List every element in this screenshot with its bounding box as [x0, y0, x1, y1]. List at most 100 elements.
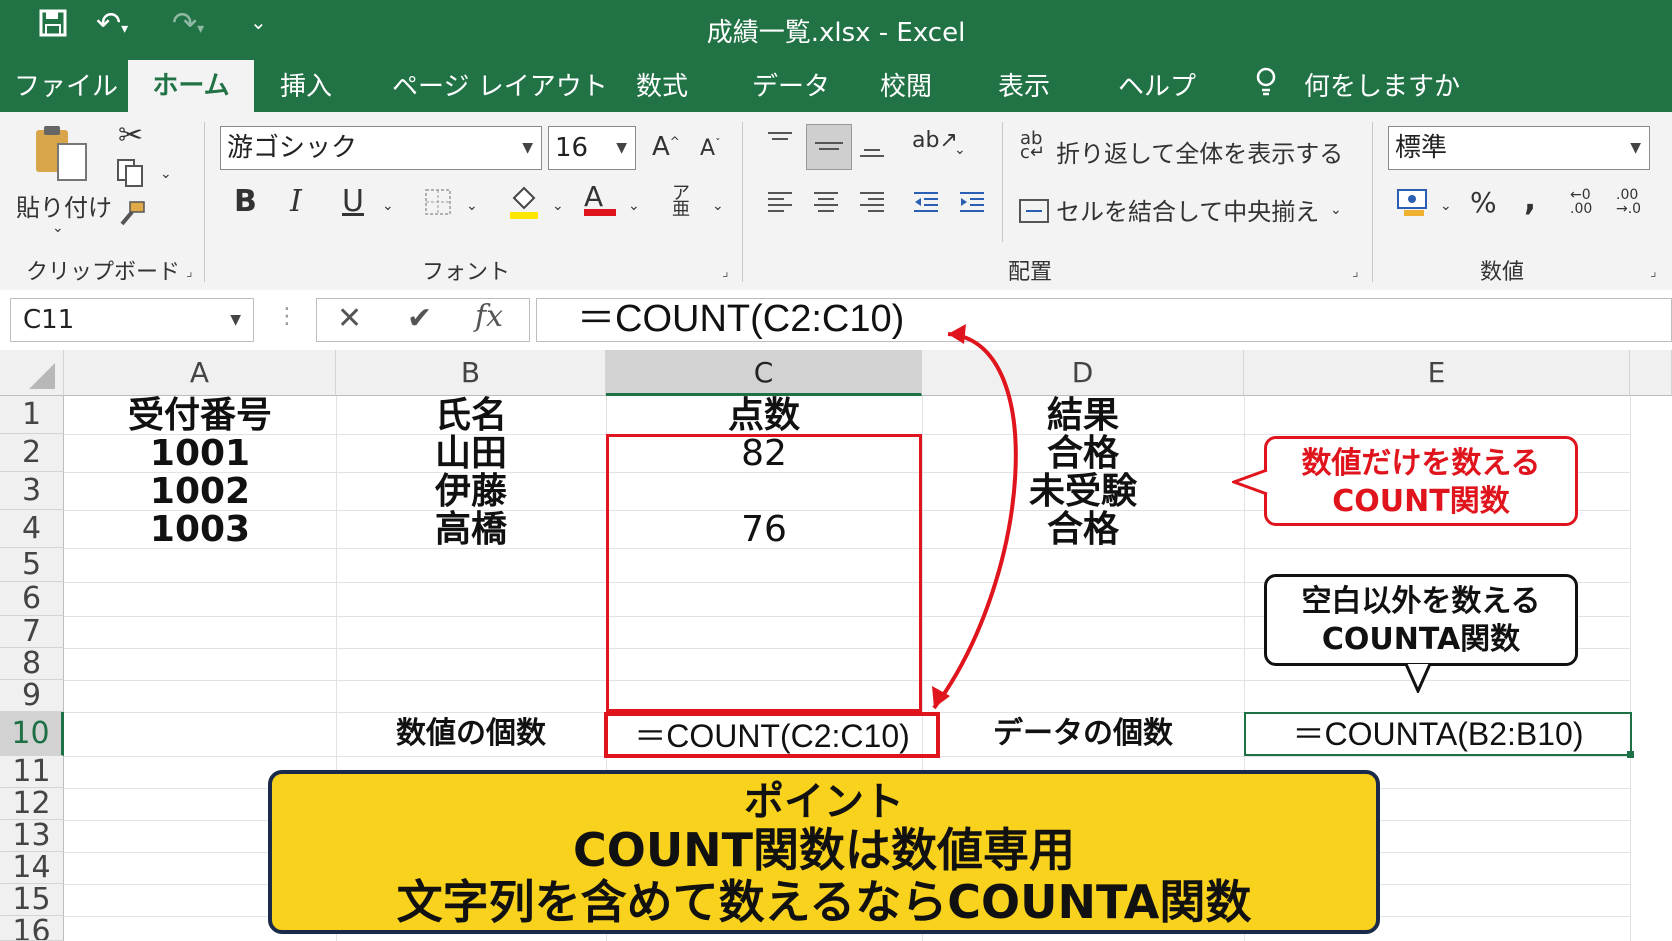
accounting-format-icon[interactable] [1396, 188, 1432, 224]
row-header-14[interactable]: 14 [0, 852, 64, 884]
fill-color-dropdown-icon[interactable]: ⌄ [552, 198, 564, 214]
font-color-button[interactable]: A [584, 180, 616, 216]
bold-button[interactable]: B [234, 184, 257, 219]
name-box[interactable]: C11 ▼ [10, 298, 254, 342]
number-launcher-icon[interactable]: ⌟ [1650, 264, 1657, 280]
formula-bar-splitter[interactable]: ⋮ [276, 304, 298, 329]
tab-home[interactable]: ホーム [128, 60, 254, 112]
row-header-1[interactable]: 1 [0, 396, 64, 434]
tab-insert[interactable]: 挿入 [280, 66, 332, 103]
row-header-9[interactable]: 9 [0, 680, 64, 712]
point-note-line3: 文字列を含めて数えるならCOUNTA関数 [396, 875, 1252, 929]
phonetic-guide-icon[interactable]: ア亜 [672, 185, 690, 219]
font-launcher-icon[interactable]: ⌟ [722, 264, 729, 280]
increase-indent-icon[interactable] [958, 190, 986, 220]
column-header-a[interactable]: A [64, 350, 336, 396]
cell-c1[interactable]: 点数 [606, 396, 922, 436]
percent-style-button[interactable]: % [1470, 186, 1497, 219]
align-bottom-icon[interactable] [858, 136, 886, 166]
paste-button[interactable]: 貼り付け [16, 188, 112, 223]
clipboard-launcher-icon[interactable]: ⌟ [186, 264, 193, 280]
number-format-select[interactable]: 標準 ▼ [1388, 126, 1650, 170]
row-header-6[interactable]: 6 [0, 582, 64, 616]
align-top-icon[interactable] [766, 130, 794, 160]
column-header-f[interactable] [1630, 350, 1672, 396]
cell-b3[interactable]: 伊藤 [336, 472, 606, 512]
row-header-8[interactable]: 8 [0, 648, 64, 680]
cell-b10[interactable]: 数値の個数 [336, 712, 606, 756]
copy-icon[interactable] [116, 158, 144, 194]
column-header-c[interactable]: C [606, 350, 922, 396]
accounting-dropdown-icon[interactable]: ⌄ [1440, 198, 1452, 214]
paste-icon[interactable] [32, 122, 92, 192]
tab-page-layout[interactable]: ページ レイアウト [392, 66, 608, 103]
decrease-font-size-icon[interactable]: Aˇ [700, 136, 721, 161]
font-size-select[interactable]: 16 ▼ [548, 126, 636, 170]
align-right-icon[interactable] [858, 190, 886, 220]
borders-dropdown-icon[interactable]: ⌄ [466, 198, 478, 214]
cell-a4[interactable]: 1003 [64, 510, 336, 550]
cell-b1[interactable]: 氏名 [336, 396, 606, 436]
align-middle-icon[interactable] [806, 124, 852, 170]
enter-check-icon[interactable]: ✔ [407, 301, 432, 336]
merge-dropdown-icon[interactable]: ⌄ [1330, 202, 1342, 218]
italic-button[interactable]: I [290, 184, 302, 219]
column-header-b[interactable]: B [336, 350, 606, 396]
row-header-4[interactable]: 4 [0, 510, 64, 548]
row-header-3[interactable]: 3 [0, 472, 64, 510]
row-header-11[interactable]: 11 [0, 756, 64, 788]
select-all-corner[interactable] [0, 350, 64, 396]
insert-function-button[interactable]: fx [475, 299, 503, 334]
decrease-decimal-icon[interactable]: .00 →.0 [1616, 188, 1641, 216]
decrease-indent-icon[interactable] [912, 190, 940, 220]
font-color-dropdown-icon[interactable]: ⌄ [628, 198, 640, 214]
tab-data[interactable]: データ [752, 66, 830, 103]
fill-handle[interactable] [1627, 751, 1634, 758]
cell-c10[interactable]: ＝COUNT(C2:C10) [604, 712, 940, 758]
tell-me-search[interactable]: 何をしますか [1304, 66, 1460, 103]
cell-b4[interactable]: 高橋 [336, 510, 606, 550]
paste-dropdown-icon[interactable]: ⌄ [52, 220, 64, 236]
tab-review[interactable]: 校閲 [880, 66, 932, 103]
underline-button[interactable]: U [342, 184, 364, 219]
align-left-icon[interactable] [766, 190, 794, 220]
row-header-2[interactable]: 2 [0, 434, 64, 472]
cell-e10[interactable]: ＝COUNTA(B2:B10) [1244, 712, 1632, 756]
borders-icon[interactable] [424, 188, 452, 222]
row-header-16[interactable]: 16 [0, 916, 64, 941]
tab-view[interactable]: 表示 [998, 66, 1050, 103]
column-header-e[interactable]: E [1244, 350, 1630, 396]
format-painter-icon[interactable] [118, 200, 146, 234]
comma-style-button[interactable]: , [1524, 180, 1536, 218]
tab-help[interactable]: ヘルプ [1118, 66, 1196, 103]
font-name-select[interactable]: 游ゴシック ▼ [220, 126, 542, 170]
row-header-12[interactable]: 12 [0, 788, 64, 820]
cancel-entry-icon[interactable]: ✕ [337, 301, 362, 336]
row-header-13[interactable]: 13 [0, 820, 64, 852]
orientation-icon[interactable]: ab↗ [912, 128, 958, 153]
alignment-launcher-icon[interactable]: ⌟ [1352, 264, 1359, 280]
cell-a1[interactable]: 受付番号 [64, 396, 336, 436]
underline-dropdown-icon[interactable]: ⌄ [382, 198, 394, 214]
tab-formulas[interactable]: 数式 [636, 66, 688, 103]
formula-input[interactable]: ＝COUNT(C2:C10) [536, 298, 1672, 342]
increase-font-size-icon[interactable]: A^ [652, 132, 680, 162]
increase-decimal-icon[interactable]: ←0.00 [1570, 188, 1592, 216]
row-header-5[interactable]: 5 [0, 548, 64, 582]
cell-b2[interactable]: 山田 [336, 434, 606, 474]
row-header-10[interactable]: 10 [0, 712, 64, 756]
copy-dropdown-icon[interactable]: ⌄ [160, 166, 172, 182]
phonetic-dropdown-icon[interactable]: ⌄ [712, 198, 724, 214]
cut-icon[interactable]: ✂ [118, 118, 143, 153]
cell-a2[interactable]: 1001 [64, 434, 336, 474]
orientation-dropdown-icon[interactable]: ⌄ [954, 142, 966, 158]
tab-file[interactable]: ファイル [14, 66, 118, 103]
row-header-15[interactable]: 15 [0, 884, 64, 916]
align-center-icon[interactable] [812, 190, 840, 220]
merge-center-button[interactable]: セルを結合して中央揃え [1056, 192, 1319, 227]
fill-color-icon[interactable] [508, 184, 540, 226]
row-header-7[interactable]: 7 [0, 616, 64, 648]
cell-a3[interactable]: 1002 [64, 472, 336, 512]
counta-callout-line2: COUNTA関数 [1321, 622, 1521, 657]
wrap-text-button[interactable]: 折り返して全体を表示する [1056, 134, 1343, 169]
